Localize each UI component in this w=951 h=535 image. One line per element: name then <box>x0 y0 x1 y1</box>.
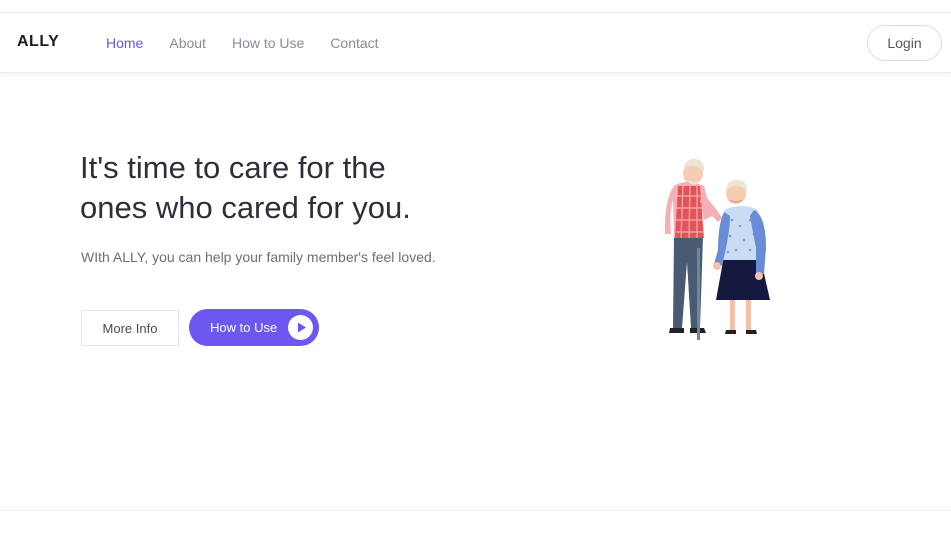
nav-link-how-to-use[interactable]: How to Use <box>232 35 304 51</box>
nav-link-about[interactable]: About <box>169 35 206 51</box>
how-to-use-label: How to Use <box>210 320 278 335</box>
hero-title-line-1: It's time to care for the <box>80 150 386 185</box>
elderly-couple-illustration <box>660 152 780 347</box>
hero-title-line-2: ones who cared for you. <box>80 190 411 225</box>
hero-subtitle: WIth ALLY, you can help your family memb… <box>81 249 436 265</box>
more-info-button[interactable]: More Info <box>81 310 179 346</box>
navbar: ALLY Home About How to Use Contact Login <box>0 13 951 73</box>
brand-logo[interactable]: ALLY <box>17 33 59 51</box>
nav-link-home[interactable]: Home <box>106 35 143 51</box>
hero-title: It's time to care for the ones who cared… <box>80 148 520 228</box>
play-icon <box>288 315 313 340</box>
bottom-divider <box>0 510 951 511</box>
nav-menu: Home About How to Use Contact <box>106 35 405 51</box>
how-to-use-button[interactable]: How to Use <box>189 309 319 346</box>
login-button[interactable]: Login <box>867 25 942 61</box>
nav-link-contact[interactable]: Contact <box>330 35 378 51</box>
